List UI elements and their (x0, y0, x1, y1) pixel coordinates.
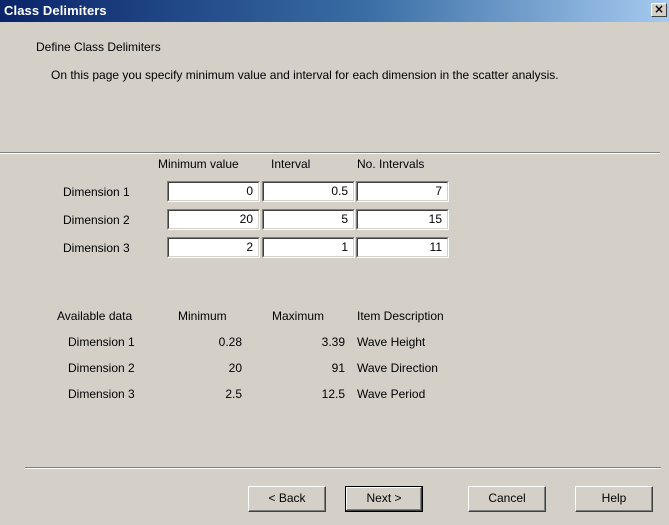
close-icon[interactable]: × (651, 3, 667, 17)
dimension-2-minimum-input[interactable]: 20 (167, 209, 260, 230)
available-dimension-1-minimum: 0.28 (218, 335, 242, 349)
available-dimension-1-description: Wave Height (357, 335, 426, 349)
available-minimum-header: Minimum (178, 309, 227, 323)
available-dimension-1-label: Dimension 1 (68, 335, 135, 349)
help-button[interactable]: Help (575, 486, 653, 512)
header-interval: Interval (271, 157, 311, 171)
dimension-1-interval-value: 0.5 (263, 182, 354, 201)
available-dimension-1-maximum: 3.39 (321, 335, 345, 349)
dimension-3-count-value: 11 (357, 238, 448, 257)
title-bar[interactable]: Class Delimiters × (0, 0, 669, 22)
available-dimension-3-label: Dimension 3 (68, 387, 135, 401)
next-button[interactable]: Next > (345, 486, 423, 512)
header-no-intervals: No. Intervals (357, 157, 425, 171)
dimension-2-interval-value: 5 (263, 210, 354, 229)
available-dimension-3-description: Wave Period (357, 387, 426, 401)
top-divider (0, 152, 660, 154)
dimension-2-interval-input[interactable]: 5 (262, 209, 355, 230)
dimension-3-minimum-value: 2 (168, 238, 259, 257)
dimension-2-count-value: 15 (357, 210, 448, 229)
dimension-3-interval-input[interactable]: 1 (262, 237, 355, 258)
available-dimension-2-minimum: 20 (228, 361, 242, 375)
dimension-1-interval-input[interactable]: 0.5 (262, 181, 355, 202)
bottom-divider (25, 467, 661, 469)
dimension-1-minimum-input[interactable]: 0 (167, 181, 260, 202)
cancel-button[interactable]: Cancel (468, 486, 546, 512)
dimension-1-count-input[interactable]: 7 (356, 181, 449, 202)
available-dimension-2-label: Dimension 2 (68, 361, 135, 375)
page-heading: Define Class Delimiters (36, 40, 161, 54)
available-dimension-2-description: Wave Direction (357, 361, 438, 375)
dimension-3-minimum-input[interactable]: 2 (167, 237, 260, 258)
dimension-2-minimum-value: 20 (168, 210, 259, 229)
window-title: Class Delimiters (4, 3, 107, 18)
dimension-3-interval-value: 1 (263, 238, 354, 257)
available-data-heading: Available data (57, 309, 133, 323)
back-button[interactable]: < Back (248, 486, 326, 512)
header-minimum-value: Minimum value (158, 157, 239, 171)
page-description: On this page you specify minimum value a… (51, 68, 559, 82)
dimension-3-count-input[interactable]: 11 (356, 237, 449, 258)
available-maximum-header: Maximum (272, 309, 325, 323)
available-description-header: Item Description (357, 309, 444, 323)
available-dimension-3-minimum: 2.5 (225, 387, 242, 401)
dimension-1-count-value: 7 (357, 182, 448, 201)
dimension-2-count-input[interactable]: 15 (356, 209, 449, 230)
available-dimension-3-maximum: 12.5 (321, 387, 345, 401)
class-delimiters-dialog: Class Delimiters × Define Class Delimite… (0, 0, 669, 525)
dimension-2-label: Dimension 2 (63, 213, 130, 227)
dimension-1-label: Dimension 1 (63, 185, 130, 199)
available-dimension-2-maximum: 91 (331, 361, 345, 375)
dimension-3-label: Dimension 3 (63, 241, 130, 255)
dimension-1-minimum-value: 0 (168, 182, 259, 201)
